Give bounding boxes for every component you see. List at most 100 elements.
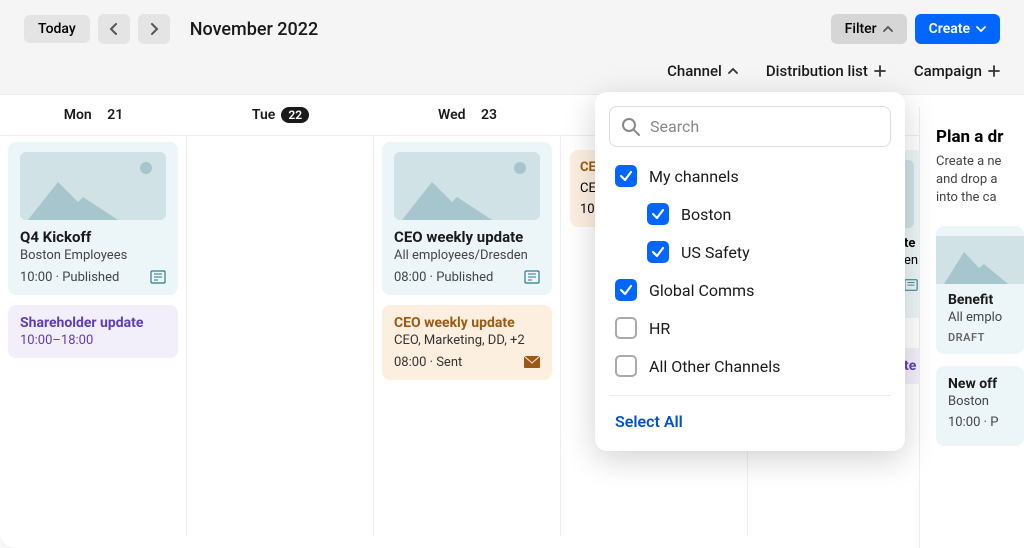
card-title: Q4 Kickoff bbox=[20, 228, 166, 246]
newsletter-icon bbox=[904, 278, 918, 292]
card-subtitle: Boston bbox=[948, 394, 1024, 409]
day-num: 21 bbox=[107, 107, 123, 123]
check-icon bbox=[651, 245, 665, 259]
plus-icon bbox=[988, 65, 1000, 77]
card-meta: 08:00 · Sent bbox=[394, 354, 540, 370]
card-subtitle: All employees/Dresden bbox=[394, 248, 540, 263]
filter-campaign-label: Campaign bbox=[914, 62, 982, 80]
dropdown-item-label: HR bbox=[649, 319, 670, 338]
checkbox[interactable] bbox=[615, 355, 637, 377]
mountain-icon bbox=[402, 172, 522, 220]
card-meta: 08:00 · Published bbox=[394, 269, 540, 285]
today-button[interactable]: Today bbox=[24, 15, 90, 43]
dropdown-item[interactable]: All Other Channels bbox=[595, 347, 905, 385]
checkbox[interactable] bbox=[647, 241, 669, 263]
topbar-row-1: Today November 2022 Filter Create bbox=[24, 14, 1000, 44]
month-title: November 2022 bbox=[190, 19, 319, 40]
checkbox[interactable] bbox=[615, 165, 637, 187]
prev-button[interactable] bbox=[98, 14, 130, 44]
chevron-down-icon bbox=[976, 25, 986, 33]
card-image-placeholder bbox=[20, 152, 166, 220]
next-button[interactable] bbox=[138, 14, 170, 44]
day-today-badge: 22 bbox=[281, 107, 309, 123]
day-label: Tue bbox=[252, 107, 275, 123]
day-col-mon: Q4 Kickoff Boston Employees 10:00 · Publ… bbox=[0, 136, 187, 536]
topbar-row-2: Channel Distribution list Campaign bbox=[24, 44, 1000, 94]
card-title: Shareholder update bbox=[20, 315, 166, 331]
search-input[interactable] bbox=[609, 106, 891, 147]
card-title: Benefit bbox=[948, 292, 1024, 308]
mountain-icon bbox=[944, 244, 1024, 284]
filter-distribution-label: Distribution list bbox=[766, 62, 868, 80]
filter-campaign[interactable]: Campaign bbox=[914, 62, 1000, 80]
card-subtitle: Boston Employees bbox=[20, 248, 166, 263]
card-title: CEO weekly update bbox=[394, 228, 540, 246]
check-icon bbox=[619, 169, 633, 183]
day-col-wed: CEO weekly update All employees/Dresden … bbox=[374, 136, 561, 536]
dropdown-item-label: My channels bbox=[649, 167, 739, 186]
day-num: 23 bbox=[481, 107, 497, 123]
select-all-button[interactable]: Select All bbox=[595, 406, 905, 437]
card-meta: 10:00 · P bbox=[948, 415, 1024, 430]
card-title: New off bbox=[948, 376, 1024, 392]
checkbox[interactable] bbox=[615, 279, 637, 301]
chevron-up-icon bbox=[728, 67, 738, 75]
filter-button[interactable]: Filter bbox=[831, 14, 907, 44]
card-meta: 10:00 · Published bbox=[20, 269, 166, 285]
create-label: Create bbox=[929, 21, 970, 37]
card-title: te bbox=[904, 236, 914, 251]
search-icon bbox=[621, 117, 641, 137]
dropdown-item[interactable]: Global Comms bbox=[595, 271, 905, 309]
draft-badge: DRAFT bbox=[948, 331, 1024, 344]
event-card[interactable]: Shareholder update 10:00–18:00 bbox=[8, 305, 178, 358]
chevron-left-icon bbox=[109, 23, 119, 35]
filter-distribution[interactable]: Distribution list bbox=[766, 62, 886, 80]
event-card[interactable]: CEO weekly update CEO, Marketing, DD, +2… bbox=[382, 305, 552, 380]
plus-icon bbox=[874, 65, 886, 77]
day-col-tue bbox=[187, 136, 374, 536]
card-subtitle: CEO, Marketing, DD, +2 bbox=[394, 333, 540, 348]
dropdown-item[interactable]: US Safety bbox=[595, 233, 905, 271]
day-header-wed: Wed 23 bbox=[374, 95, 561, 135]
dropdown-item-label: All Other Channels bbox=[649, 357, 780, 376]
event-card[interactable]: Q4 Kickoff Boston Employees 10:00 · Publ… bbox=[8, 142, 178, 295]
envelope-icon bbox=[524, 354, 540, 370]
card-title: te bbox=[904, 358, 916, 374]
draft-card[interactable]: New off Boston 10:00 · P bbox=[936, 366, 1024, 446]
create-button[interactable]: Create bbox=[915, 14, 1000, 44]
channel-dropdown: My channels Boston US Safety Global Comms HR… bbox=[595, 92, 905, 451]
newsletter-icon bbox=[150, 269, 166, 285]
side-panel-title: Plan a dr bbox=[936, 127, 1024, 147]
card-image-placeholder bbox=[936, 236, 1024, 284]
dropdown-divider bbox=[609, 395, 891, 396]
filter-channel[interactable]: Channel bbox=[667, 62, 738, 80]
checkbox[interactable] bbox=[615, 317, 637, 339]
checkbox[interactable] bbox=[647, 203, 669, 225]
dropdown-item[interactable]: Boston bbox=[595, 195, 905, 233]
event-card[interactable]: CEO weekly update All employees/Dresden … bbox=[382, 142, 552, 295]
day-label: Mon bbox=[64, 107, 92, 123]
dropdown-search bbox=[609, 106, 891, 147]
draft-card[interactable]: Benefit All emplo DRAFT bbox=[936, 226, 1024, 354]
card-meta: 10:00–18:00 bbox=[20, 333, 166, 348]
day-header-tue: Tue 22 bbox=[187, 95, 374, 135]
card-meta-text: 08:00 · Published bbox=[394, 270, 493, 285]
card-meta-text: 08:00 · Sent bbox=[394, 355, 462, 370]
card-image-placeholder bbox=[394, 152, 540, 220]
dropdown-item-label: Boston bbox=[681, 205, 731, 224]
day-header-mon: Mon 21 bbox=[0, 95, 187, 135]
side-panel: Plan a dr Create a ne and drop a into th… bbox=[919, 107, 1024, 548]
dropdown-item[interactable]: HR bbox=[595, 309, 905, 347]
mountain-icon bbox=[28, 172, 148, 220]
check-icon bbox=[651, 207, 665, 221]
filter-channel-label: Channel bbox=[667, 62, 722, 80]
check-icon bbox=[619, 283, 633, 297]
card-subtitle: All emplo bbox=[948, 310, 1024, 325]
card-subtitle: en bbox=[904, 253, 914, 268]
filter-label: Filter bbox=[845, 21, 877, 37]
card-title: CEO weekly update bbox=[394, 315, 540, 331]
dropdown-item-label: US Safety bbox=[681, 243, 750, 262]
dropdown-item[interactable]: My channels bbox=[595, 157, 905, 195]
day-label: Wed bbox=[438, 107, 466, 123]
side-panel-text: Create a ne and drop a into the ca bbox=[936, 153, 1024, 208]
